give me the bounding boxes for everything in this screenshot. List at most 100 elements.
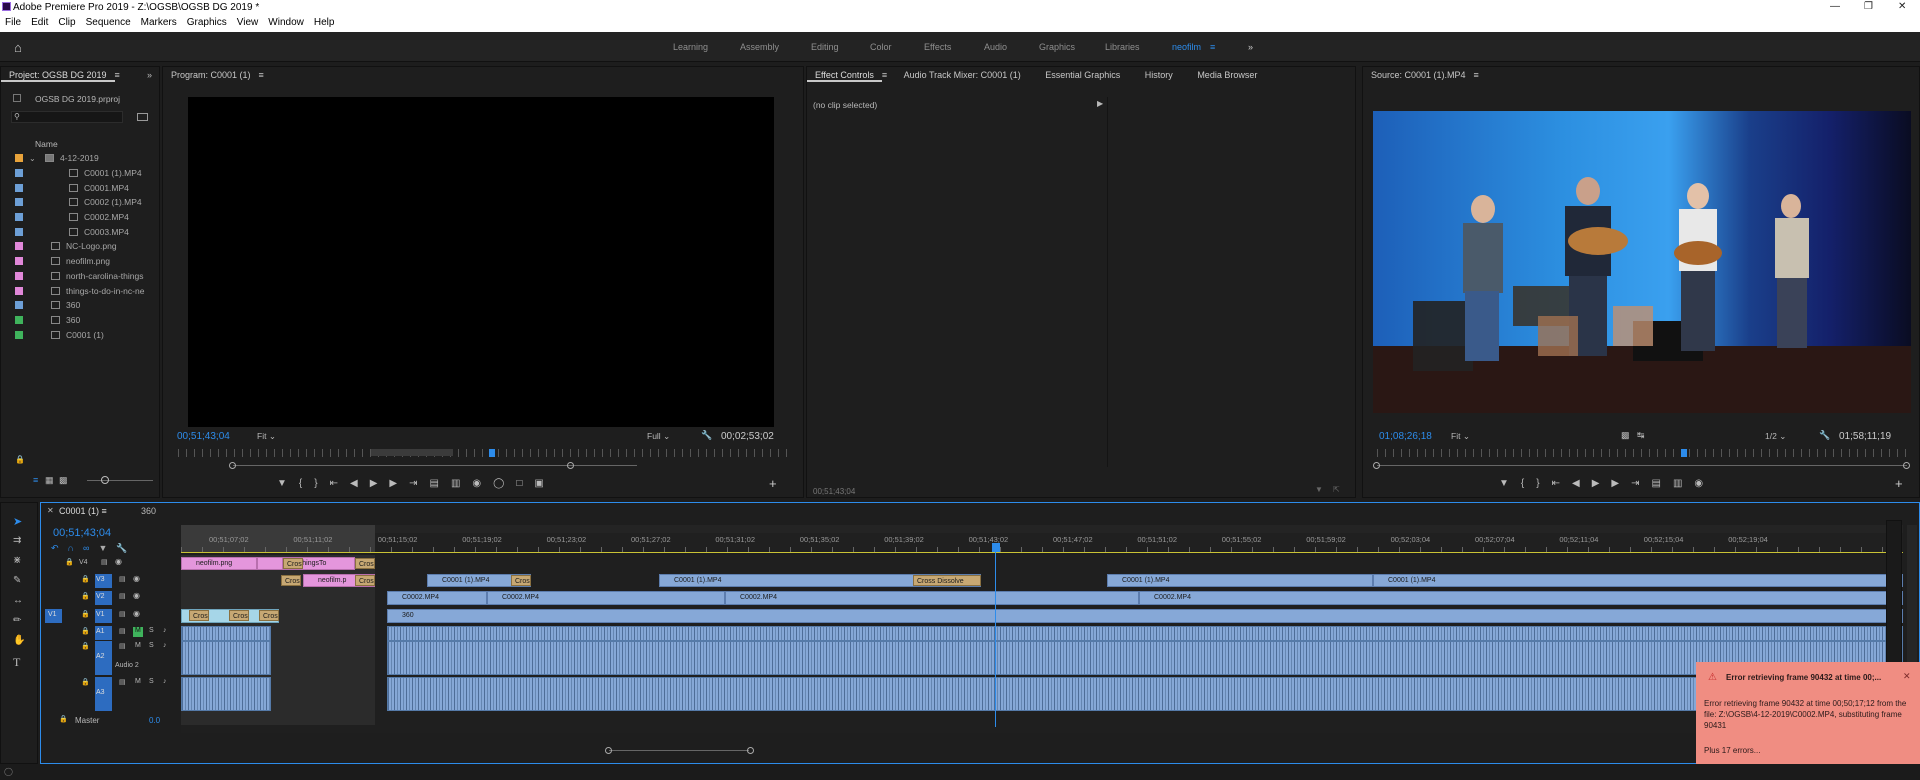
work-area-bar[interactable]	[181, 525, 1903, 533]
export-icon[interactable]: ⇱	[1333, 485, 1340, 494]
tab-essential-graphics[interactable]: Essential Graphics	[1037, 67, 1128, 80]
label-color-swatch[interactable]	[15, 301, 23, 310]
tab-effect-controls[interactable]: Effect Controls	[807, 67, 882, 82]
source-scroll-bar[interactable]	[1377, 465, 1907, 466]
go-to-in-icon[interactable]: ⇤	[330, 478, 338, 489]
source-zoom-select[interactable]: Fit ⌄	[1451, 431, 1470, 442]
clip-c0001-v3c[interactable]: C0001 (1).MP4	[1107, 574, 1373, 587]
program-scroll-bar[interactable]	[233, 465, 637, 466]
track-v4-sync-icon[interactable]: ▤	[101, 558, 108, 566]
tab-audio-track-mixer[interactable]: Audio Track Mixer: C0001 (1)	[896, 67, 1029, 80]
clip-neofilm-v4[interactable]: neofilm.png	[181, 557, 257, 570]
comparison-view-icon[interactable]: ▣	[534, 478, 543, 489]
project-item[interactable]: north-carolina-things	[1, 269, 151, 284]
track-a1-mute-button[interactable]: M	[133, 627, 143, 637]
workspace-audio[interactable]: Audio	[984, 42, 1007, 52]
timeline-scroll-bar[interactable]	[609, 750, 749, 751]
clip-c0002-v2d[interactable]: C0002.MP4	[1139, 591, 1903, 605]
track-v3-sync-icon[interactable]: ▤	[119, 575, 126, 583]
program-scroll-handle-right[interactable]	[567, 462, 574, 469]
program-settings-icon[interactable]: 🔧	[701, 430, 712, 441]
icon-view-icon[interactable]: ▦	[45, 475, 54, 486]
project-item[interactable]: C0002 (1).MP4	[1, 195, 151, 210]
timeline-settings-icon[interactable]: 🔧	[116, 543, 127, 554]
track-a3-sync-icon[interactable]: ▤	[119, 678, 126, 686]
timeline-scroll-handle-left[interactable]	[605, 747, 612, 754]
freeform-view-icon[interactable]: ▩	[59, 475, 68, 486]
linked-selection-icon[interactable]: ∞	[83, 543, 89, 554]
error-notification[interactable]: ⚠ Error retrieving frame 90432 at time 0…	[1696, 662, 1920, 778]
track-v3-eye-icon[interactable]: ◉	[133, 574, 140, 583]
clip-v4-segment[interactable]	[257, 557, 283, 570]
home-icon[interactable]: ⌂	[14, 40, 22, 55]
project-item[interactable]: 360	[1, 313, 151, 328]
label-color-swatch[interactable]	[15, 183, 23, 192]
menu-help[interactable]: Help	[309, 14, 340, 28]
menu-file[interactable]: File	[0, 14, 26, 28]
step-forward-icon[interactable]: ▶	[389, 478, 397, 489]
timeline-close-icon[interactable]: ✕	[47, 506, 54, 515]
step-back-icon[interactable]: ◀	[350, 478, 358, 489]
audio-clip-a1[interactable]	[387, 626, 1903, 641]
type-tool-icon[interactable]: T	[13, 655, 20, 670]
minimize-icon[interactable]: —	[1830, 1, 1840, 12]
track-a3-label[interactable]: A3	[96, 689, 105, 696]
source-settings-icon[interactable]: 🔧	[1819, 430, 1830, 441]
audio-clip-a2[interactable]	[387, 641, 1903, 675]
track-a1-mic-icon[interactable]: ♪	[163, 627, 167, 634]
program-button-editor-icon[interactable]: +	[769, 476, 777, 491]
label-color-swatch[interactable]	[15, 271, 23, 280]
project-item[interactable]: things-to-do-in-nc-ne	[1, 283, 151, 298]
transition-cross-v1b[interactable]: Cross	[229, 610, 249, 621]
safe-margins-icon[interactable]: □	[516, 478, 522, 489]
program-playhead-timecode[interactable]: 00;51;43;04	[177, 431, 230, 442]
workspace-color[interactable]: Color	[870, 42, 892, 52]
timeline-playhead-marker[interactable]	[992, 543, 1000, 552]
timeline-tab-c0001[interactable]: C0001 (1) ≡	[59, 506, 107, 516]
workspace-neofilm[interactable]: neofilm	[1172, 42, 1201, 52]
track-v4-lock-icon[interactable]: 🔒	[65, 558, 74, 566]
timeline-playhead-timecode[interactable]: 00;51;43;04	[53, 527, 111, 539]
workspace-menu-icon[interactable]: ≡	[1210, 42, 1215, 52]
source-drag-audio-icon[interactable]: ↹	[1637, 430, 1645, 441]
error-more-link[interactable]: Plus 17 errors...	[1704, 746, 1760, 755]
program-playhead-marker[interactable]	[489, 449, 495, 457]
program-scroll-handle-left[interactable]	[229, 462, 236, 469]
transition-cross-v3b[interactable]: Cross	[355, 575, 375, 586]
menu-sequence[interactable]: Sequence	[81, 14, 136, 28]
program-menu-icon[interactable]: ≡	[259, 67, 264, 83]
source-go-to-in-icon[interactable]: ⇤	[1552, 478, 1560, 489]
track-a2-lock-icon[interactable]: 🔒	[81, 642, 90, 650]
project-panel-menu-icon[interactable]: ≡	[115, 67, 120, 83]
source-quality-select[interactable]: 1/2 ⌄	[1765, 431, 1786, 442]
error-close-icon[interactable]: ✕	[1903, 671, 1911, 682]
track-a1-label[interactable]: A1	[96, 628, 105, 635]
label-color-swatch[interactable]	[15, 198, 23, 207]
menu-clip[interactable]: Clip	[53, 14, 80, 28]
source-add-marker-icon[interactable]: ▼	[1499, 478, 1509, 489]
track-v3-label[interactable]: V3	[96, 576, 105, 583]
track-v1-eye-icon[interactable]: ◉	[133, 609, 140, 618]
track-v2-label[interactable]: V2	[96, 593, 105, 600]
timeline-scroll-handle-right[interactable]	[747, 747, 754, 754]
track-a2-sync-icon[interactable]: ▤	[119, 642, 126, 650]
track-v2-eye-icon[interactable]: ◉	[133, 591, 140, 600]
label-color-swatch[interactable]	[15, 330, 23, 339]
source-mark-in-icon[interactable]: {	[1521, 478, 1524, 489]
menu-edit[interactable]: Edit	[26, 14, 53, 28]
menu-view[interactable]: View	[232, 14, 264, 28]
track-v4-label[interactable]: V4	[79, 559, 88, 566]
track-a2-mute-button[interactable]: M	[135, 642, 141, 649]
master-volume-value[interactable]: 0.0	[149, 716, 160, 725]
project-item[interactable]: C0001.MP4	[1, 180, 151, 195]
expand-panels-icon[interactable]: »	[147, 70, 152, 80]
razor-tool-icon[interactable]: ✎	[13, 575, 21, 586]
timeline-playhead-line[interactable]	[995, 549, 996, 727]
lock-icon[interactable]: 🔒	[15, 455, 25, 464]
project-item[interactable]: NC-Logo.png	[1, 239, 151, 254]
source-menu-icon[interactable]: ≡	[1474, 67, 1479, 83]
timeline-ruler[interactable]: 00;51;07;02 00;51;11;02 00;51;15;02 00;51;1…	[181, 525, 1903, 553]
export-frame-icon[interactable]: ◉	[472, 478, 481, 489]
source-step-forward-icon[interactable]: ▶	[1611, 478, 1619, 489]
clip-c0002-v2c[interactable]: C0002.MP4	[725, 591, 1139, 605]
